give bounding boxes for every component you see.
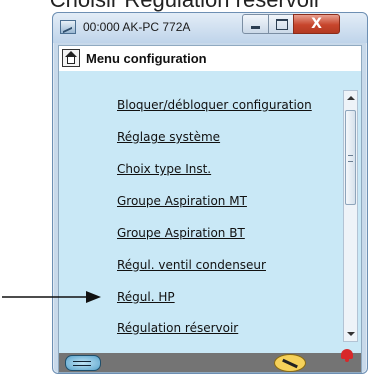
close-icon: X xyxy=(311,16,322,32)
scroll-up-arrow-icon[interactable] xyxy=(347,96,355,100)
key-icon[interactable] xyxy=(65,355,101,371)
title-bar[interactable]: 00:000 AK-PC 772A X xyxy=(53,13,367,43)
bottom-toolbar xyxy=(59,349,361,372)
alarm-bell-icon[interactable] xyxy=(341,349,353,362)
menu-item-groupe-aspiration-mt[interactable]: Groupe Aspiration MT xyxy=(117,194,247,208)
home-icon[interactable] xyxy=(62,49,80,67)
window-title: 00:000 AK-PC 772A xyxy=(83,20,191,34)
minimize-button[interactable] xyxy=(242,14,269,34)
menu-item-choix-type-inst[interactable]: Choix type Inst. xyxy=(117,162,211,176)
menu-item-groupe-aspiration-bt[interactable]: Groupe Aspiration BT xyxy=(117,226,245,240)
menu-header: Menu configuration xyxy=(59,46,361,71)
maximize-button[interactable] xyxy=(268,14,294,34)
vertical-scrollbar[interactable] xyxy=(343,90,358,342)
app-icon xyxy=(60,20,76,34)
menu-item-regulation-reservoir[interactable]: Régulation réservoir xyxy=(117,321,238,335)
menu-panel: Menu configuration Bloquer/débloquer con… xyxy=(58,45,362,373)
app-window: 00:000 AK-PC 772A X Menu configuration B… xyxy=(52,12,368,374)
grip-icon xyxy=(348,155,353,162)
close-button[interactable]: X xyxy=(293,14,340,34)
menu-item-regul-ventil-condenseur[interactable]: Régul. ventil condenseur xyxy=(117,258,266,272)
menu-item-bloquer-configuration[interactable]: Bloquer/débloquer configuration xyxy=(117,98,312,112)
pointer-arrow-icon xyxy=(2,291,101,303)
wrench-icon[interactable] xyxy=(274,354,306,372)
scrollbar-thumb[interactable] xyxy=(345,110,356,205)
menu-title: Menu configuration xyxy=(86,51,207,66)
menu-item-reglage-systeme[interactable]: Réglage système xyxy=(117,130,220,144)
scroll-down-arrow-icon[interactable] xyxy=(347,332,355,336)
